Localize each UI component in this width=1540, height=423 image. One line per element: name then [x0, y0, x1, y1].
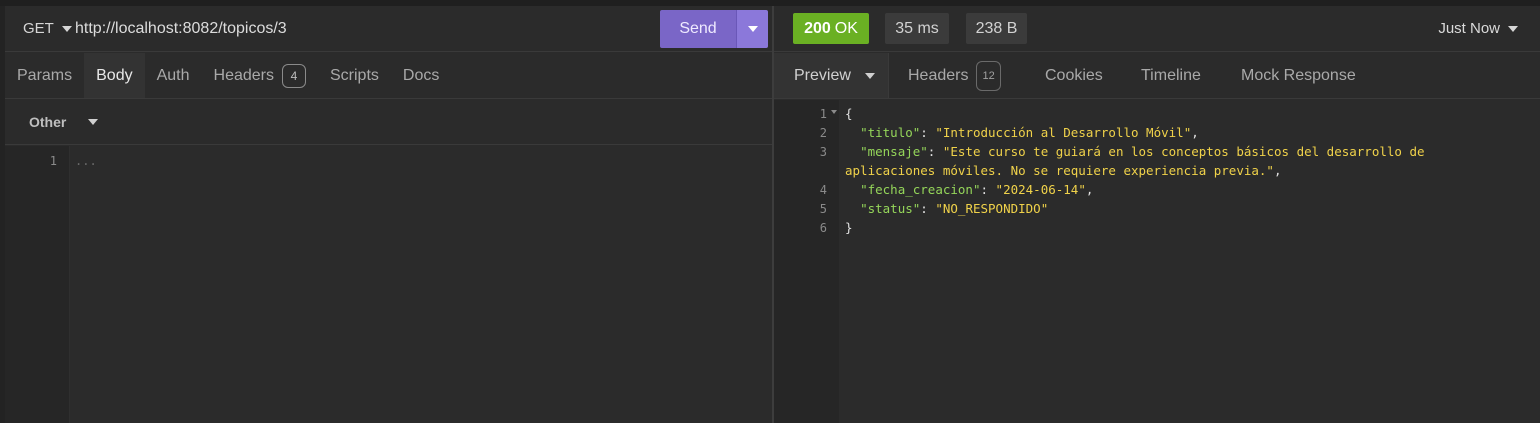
code-line: "status": "NO_RESPONDIDO" — [860, 201, 1049, 216]
response-headers-count-badge: 12 — [976, 60, 1001, 91]
line-number: 1 — [819, 107, 827, 121]
tab-label: Body — [96, 66, 133, 84]
method-select[interactable]: GET — [23, 20, 72, 37]
chevron-down-icon — [1508, 25, 1518, 32]
code-line: "mensaje": "Este curso te guiará en los … — [860, 144, 1425, 159]
request-tabs: Params Body Auth Headers 4 Scripts Docs — [5, 53, 772, 99]
json-value: "Introducción al Desarrollo Móvil" — [935, 125, 1192, 140]
tab-docs[interactable]: Docs — [391, 53, 451, 98]
tab-scripts[interactable]: Scripts — [318, 53, 391, 98]
tab-cookies[interactable]: Cookies — [1045, 53, 1103, 98]
response-pane: 200 OK 35 ms 238 B Just Now Preview Head… — [774, 6, 1540, 423]
response-status-bar: 200 OK 35 ms 238 B Just Now — [774, 6, 1540, 52]
tab-label: Params — [17, 66, 73, 84]
chevron-down-icon — [88, 119, 99, 125]
json-value: "NO_RESPONDIDO" — [935, 201, 1049, 216]
status-badge: 200 OK — [793, 13, 869, 44]
code-line: } — [845, 220, 853, 235]
line-number: 2 — [819, 126, 827, 140]
line-number: 6 — [819, 221, 827, 235]
send-options-button[interactable] — [736, 10, 768, 48]
chevron-down-icon — [864, 72, 875, 79]
tab-label: Scripts — [330, 66, 379, 84]
status-text: OK — [834, 19, 858, 37]
tab-body[interactable]: Body — [84, 53, 145, 98]
editor-placeholder: ... — [75, 154, 97, 168]
tab-mock-response[interactable]: Mock Response — [1241, 53, 1356, 98]
json-value: "2024-06-14" — [995, 182, 1086, 197]
code-line: "fecha_creacion": "2024-06-14", — [860, 182, 1094, 197]
line-number: 1 — [49, 154, 57, 168]
line-number: 5 — [819, 202, 827, 216]
response-size-badge: 238 B — [966, 13, 1027, 44]
json-key: "status" — [860, 201, 921, 216]
body-type-bar: Other — [5, 99, 772, 145]
code-line-wrapped: aplicaciones móviles. No se requiere exp… — [845, 163, 1282, 178]
status-code: 200 — [804, 19, 831, 37]
url-bar: GET http://localhost:8082/topicos/3 Send — [5, 6, 772, 52]
line-gutter: 1 — [5, 146, 70, 423]
response-tabs: Preview Headers 12 Cookies Timeline Mock… — [774, 53, 1540, 99]
body-type-select[interactable]: Other — [29, 114, 99, 130]
json-key: "fecha_creacion" — [860, 182, 981, 197]
response-time-badge: 35 ms — [885, 13, 949, 44]
send-button[interactable]: Send — [660, 10, 736, 48]
tab-label: Docs — [402, 66, 440, 84]
json-key: "titulo" — [860, 125, 921, 140]
tab-timeline[interactable]: Timeline — [1141, 53, 1201, 98]
json-value: "Este curso te guiará en los conceptos b… — [942, 144, 1425, 159]
tab-headers[interactable]: Headers 4 — [202, 53, 318, 98]
line-gutter: 1 2 3 4 5 6 — [774, 100, 839, 423]
tab-label: Headers — [908, 66, 969, 84]
fold-arrow-icon[interactable] — [831, 110, 837, 114]
history-label: Just Now — [1438, 20, 1500, 37]
tab-response-headers[interactable]: Headers 12 — [908, 53, 1001, 98]
tab-label: Preview — [794, 66, 851, 84]
tab-label: Auth — [156, 66, 190, 84]
json-brace: } — [845, 220, 853, 235]
json-key: "mensaje" — [860, 144, 928, 159]
code-line: { — [845, 106, 853, 121]
line-number: 4 — [819, 183, 827, 197]
tab-params[interactable]: Params — [5, 53, 84, 98]
tab-preview[interactable]: Preview — [774, 53, 889, 98]
headers-count-badge: 4 — [282, 63, 306, 88]
tab-label: Mock Response — [1241, 66, 1356, 84]
chevron-down-icon — [61, 25, 72, 32]
history-dropdown[interactable]: Just Now — [1438, 20, 1518, 37]
response-body-viewer[interactable]: 1 2 3 4 5 6 { "titulo": "Introducción al… — [774, 100, 1540, 423]
request-pane: GET http://localhost:8082/topicos/3 Send… — [5, 6, 772, 423]
body-type-label: Other — [29, 114, 67, 130]
json-value-continued: aplicaciones móviles. No se requiere exp… — [845, 163, 1274, 178]
request-body-editor[interactable]: 1 ... — [5, 146, 772, 423]
method-label: GET — [23, 20, 54, 37]
tab-label: Cookies — [1045, 66, 1103, 84]
tab-label: Timeline — [1141, 66, 1201, 84]
tab-auth[interactable]: Auth — [145, 53, 202, 98]
chevron-down-icon — [747, 26, 758, 32]
line-number: 3 — [819, 145, 827, 159]
url-input[interactable]: http://localhost:8082/topicos/3 — [75, 20, 287, 38]
json-brace: { — [845, 106, 853, 121]
send-button-group: Send — [660, 10, 768, 48]
code-line: "titulo": "Introducción al Desarrollo Mó… — [860, 125, 1199, 140]
tab-label: Headers — [213, 66, 274, 84]
